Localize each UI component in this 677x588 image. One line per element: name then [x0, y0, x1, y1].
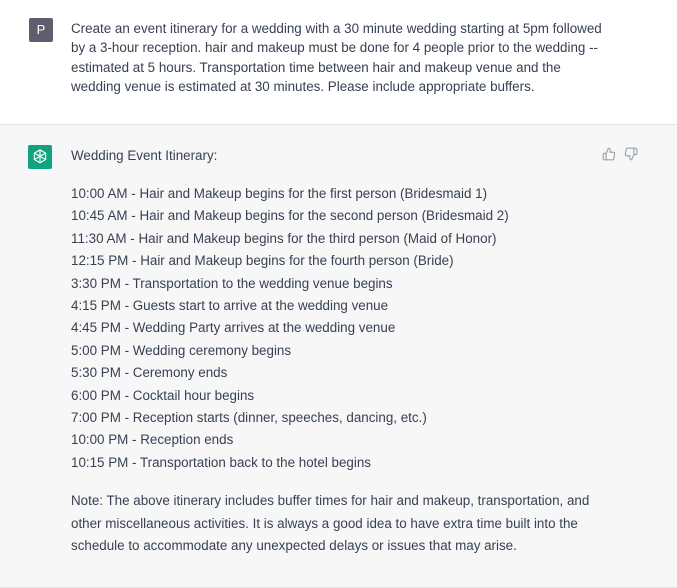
thumbs-down-icon[interactable] [623, 146, 639, 162]
list-item: 10:00 PM - Reception ends [71, 432, 234, 448]
assistant-heading: Wedding Event Itinerary: [71, 148, 218, 163]
list-item: 5:30 PM - Ceremony ends [71, 365, 228, 381]
user-avatar: P [29, 18, 53, 42]
list-item: 4:45 PM - Wedding Party arrives at the w… [71, 320, 396, 336]
list-item: 4:15 PM - Guests start to arrive at the … [71, 297, 389, 313]
list-item: 12:15 PM - Hair and Makeup begins for th… [71, 253, 454, 269]
list-item: 10:15 PM - Transportation back to the ho… [71, 454, 371, 470]
user-message-row: P Create an event itinerary for a weddin… [0, 0, 677, 125]
assistant-note: Note: The above itinerary includes buffe… [71, 493, 590, 554]
list-item: 11:30 AM - Hair and Makeup begins for th… [71, 230, 497, 246]
list-item: 7:00 PM - Reception starts (dinner, spee… [71, 409, 427, 425]
itinerary-list: 10:00 AM - Hair and Makeup begins for th… [71, 184, 509, 475]
user-message-text: Create an event itinerary for a wedding … [71, 21, 602, 95]
openai-logo-icon [28, 145, 52, 169]
list-item: 5:00 PM - Wedding ceremony begins [71, 342, 292, 358]
list-item: 6:00 PM - Cocktail hour begins [71, 387, 255, 403]
thumbs-up-icon[interactable] [601, 146, 617, 162]
list-item: 10:45 AM - Hair and Makeup begins for th… [71, 208, 509, 224]
list-item: 10:00 AM - Hair and Makeup begins for th… [71, 186, 488, 201]
list-item: 3:30 PM - Transportation to the wedding … [71, 275, 393, 291]
